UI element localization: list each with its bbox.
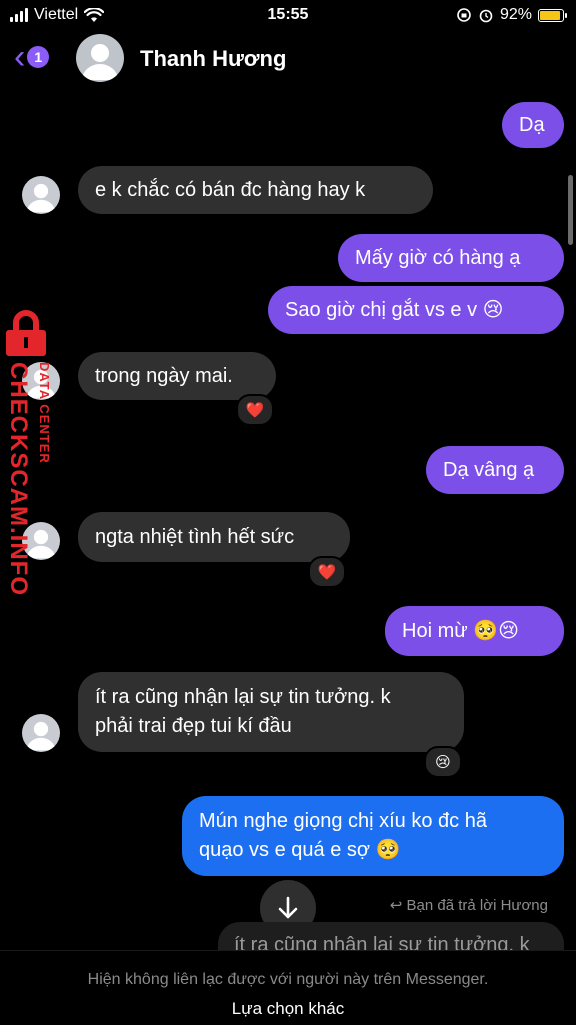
message-incoming[interactable]: trong ngày mai.: [78, 352, 276, 400]
heart-reaction-icon[interactable]: ❤️: [308, 556, 346, 588]
watermark-line: CHECKSCAM.INFO: [5, 362, 32, 596]
unread-badge: 1: [27, 46, 50, 68]
scrollbar[interactable]: [568, 175, 573, 245]
lock-icon: [6, 310, 46, 356]
message-incoming[interactable]: ngta nhiệt tình hết sức: [78, 512, 350, 562]
message-outgoing[interactable]: Dạ vâng ạ: [426, 446, 564, 494]
reply-icon: ↩︎: [389, 897, 403, 914]
unavailable-notice: Hiện không liên lạc được với người này t…: [87, 971, 489, 988]
message-outgoing[interactable]: Mún nghe giọng chị xíu ko đc hã quạo vs …: [182, 796, 564, 876]
sender-avatar: [22, 714, 60, 752]
arrow-down-icon: [278, 896, 298, 919]
back-button[interactable]: ‹ 1: [14, 38, 50, 76]
battery-percent: 92%: [499, 6, 532, 23]
message-outgoing[interactable]: Sao giờ chị gắt vs e v 😢: [268, 286, 564, 334]
heart-reaction-icon[interactable]: ❤️: [236, 394, 274, 426]
alarm-icon: [479, 9, 493, 23]
message-line: phải trai đẹp tui kí đầu: [95, 715, 292, 737]
crying-reaction-icon[interactable]: 😢: [424, 746, 462, 778]
message-outgoing[interactable]: Hoi mừ 🥺😢: [385, 606, 564, 656]
message-line: Mún nghe giọng chị xíu ko đc hã: [199, 810, 487, 832]
footer: Hiện không liên lạc được với người này t…: [0, 950, 576, 1025]
watermark-line: DATA CENTER: [37, 362, 52, 464]
message-outgoing[interactable]: Mấy giờ có hàng ạ: [338, 234, 564, 282]
message-line: quạo vs e quá e sợ 🥺: [199, 839, 401, 861]
rotation-lock-icon: [457, 8, 471, 22]
contact-avatar[interactable]: [76, 34, 124, 82]
reply-label: Bạn đã trả lời Hương: [406, 897, 548, 914]
battery-fill: [540, 10, 561, 20]
message-incoming[interactable]: ít ra cũng nhận lại sự tin tưởng. k phải…: [78, 672, 464, 752]
status-bar: Viettel 15:55 92%: [0, 0, 576, 30]
battery-icon: [538, 8, 567, 22]
message-incoming[interactable]: e k chắc có bán đc hàng hay k: [78, 166, 433, 214]
message-line: ít ra cũng nhận lại sự tin tưởng. k: [95, 686, 391, 708]
chevron-left-icon: ‹: [14, 38, 26, 76]
chat-header: ‹ 1 Thanh Hương: [0, 30, 576, 88]
reply-indicator: ↩︎ Bạn đã trả lời Hương: [390, 896, 548, 914]
message-outgoing[interactable]: Dạ: [502, 102, 564, 148]
watermark: DATA CENTER CHECKSCAM.INFO: [0, 310, 60, 600]
sender-avatar: [22, 176, 60, 214]
other-options-button[interactable]: Lựa chọn khác: [0, 999, 576, 1019]
contact-name[interactable]: Thanh Hương: [140, 46, 286, 72]
